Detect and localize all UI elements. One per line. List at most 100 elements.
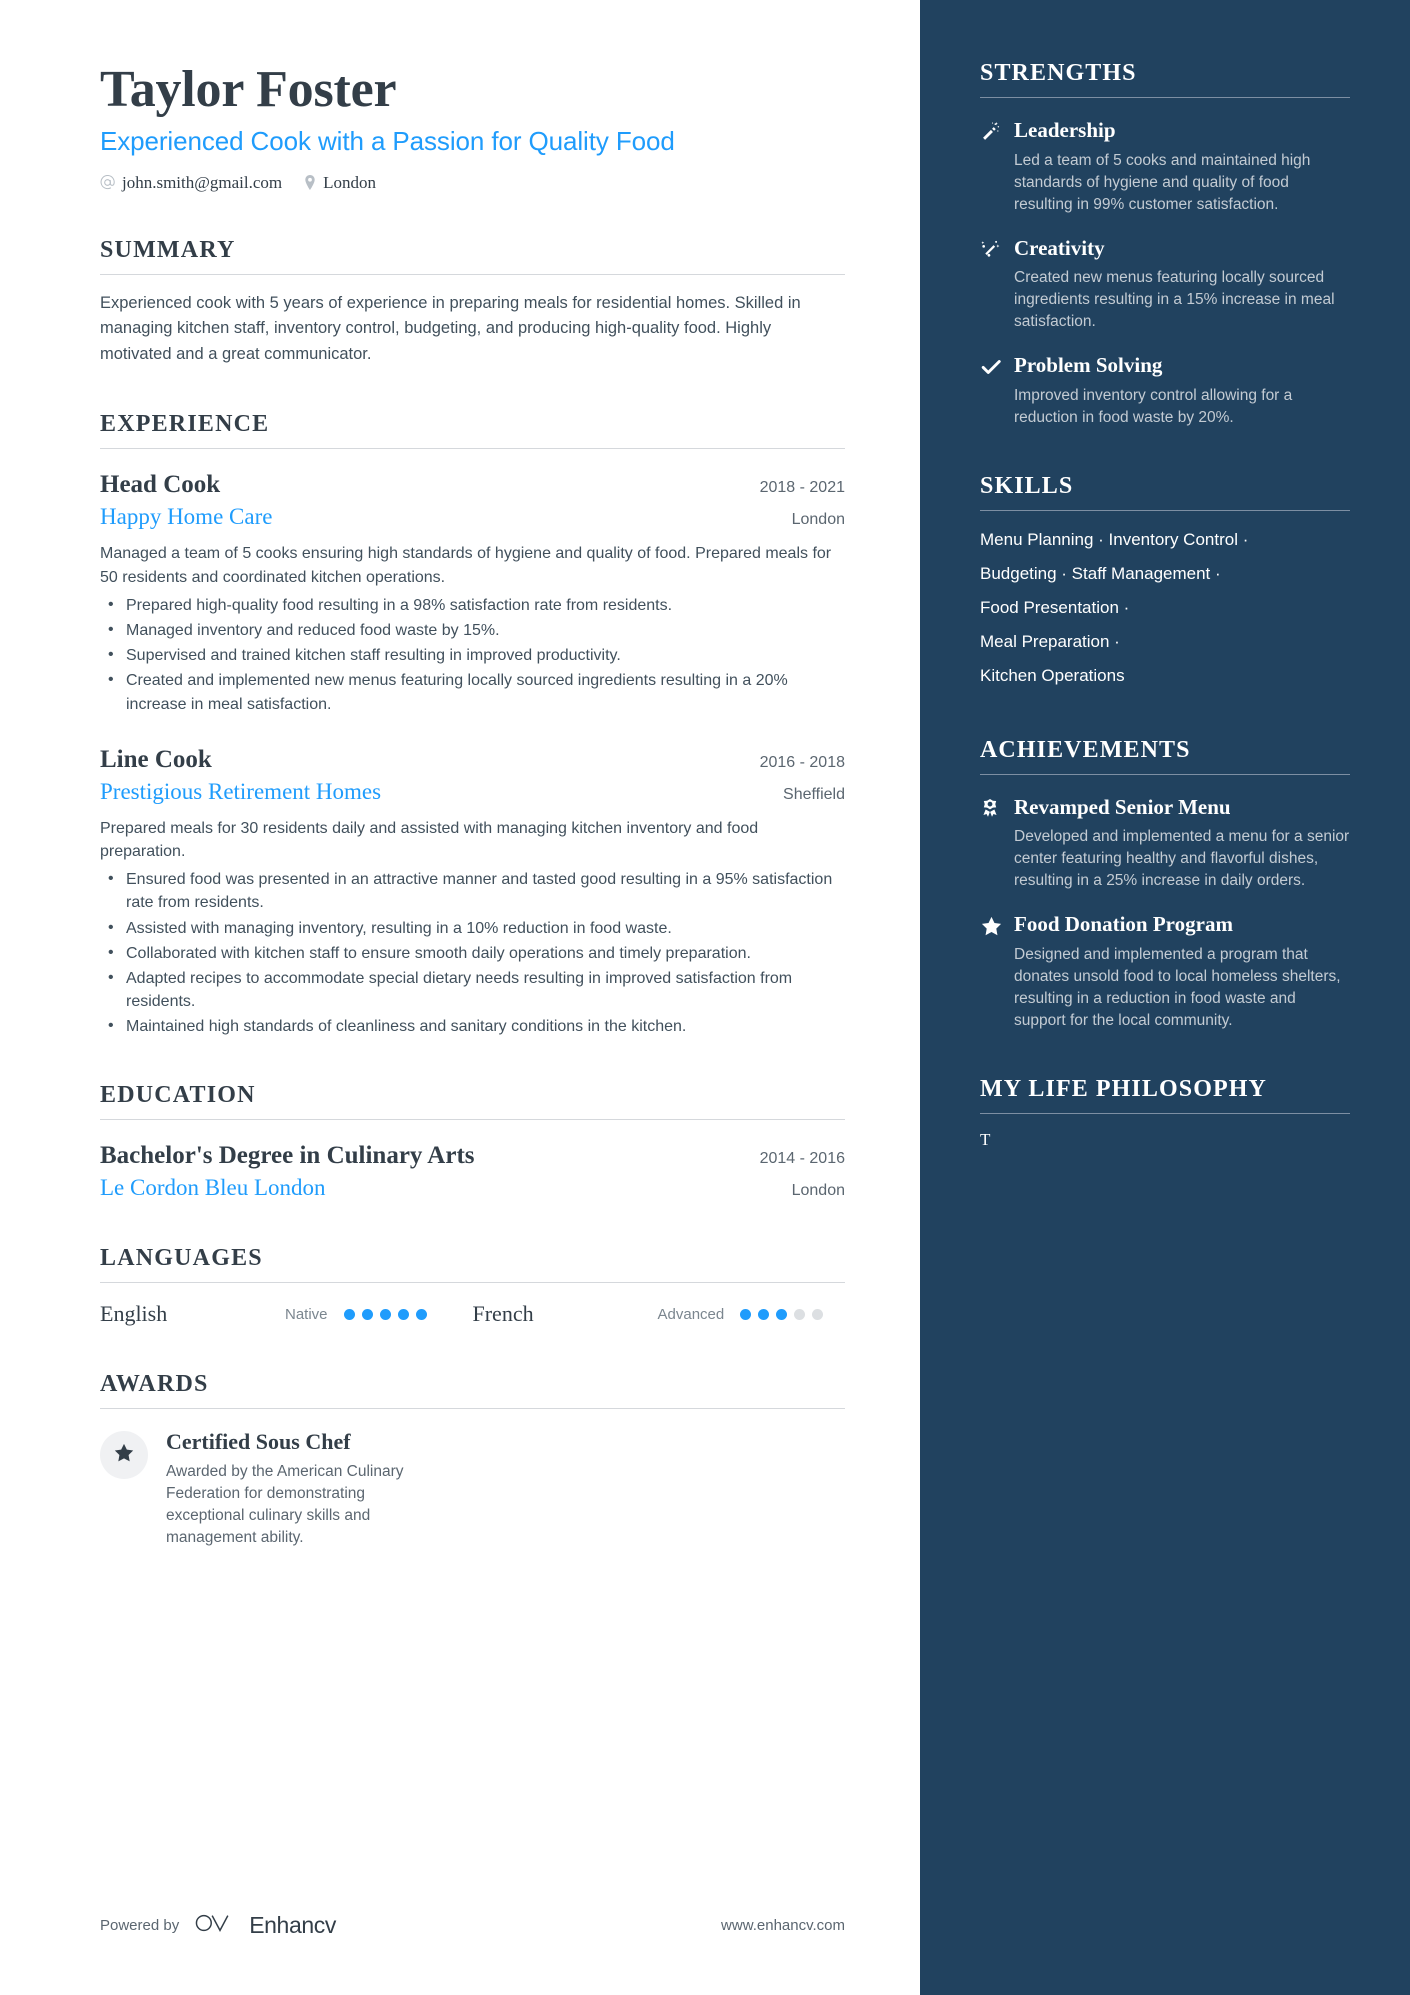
list-item: Assisted with managing inventory, result… <box>100 916 845 940</box>
company-name[interactable]: Happy Home Care <box>100 504 272 530</box>
strength-description: Created new menus featuring locally sour… <box>1014 269 1335 331</box>
divider <box>100 1408 845 1410</box>
languages-section: LANGUAGES English Native French Advanced <box>100 1245 845 1327</box>
divider <box>100 448 845 450</box>
strength-description: Led a team of 5 cooks and maintained hig… <box>1014 151 1311 213</box>
language-rating <box>740 1308 824 1320</box>
strength-item: Leadership Led a team of 5 cooks and mai… <box>980 118 1350 216</box>
strength-item: Creativity Created new menus featuring l… <box>980 236 1350 334</box>
school-name[interactable]: Le Cordon Bleu London <box>100 1175 326 1201</box>
location-text: London <box>323 172 377 192</box>
degree-title: Bachelor's Degree in Culinary Arts <box>100 1142 475 1170</box>
achievement-title: Revamped Senior Menu <box>1014 794 1231 819</box>
language-name: English <box>100 1301 168 1327</box>
enhancv-logo-icon <box>193 1911 235 1939</box>
job-description: Prepared meals for 30 residents daily an… <box>100 819 759 860</box>
job-location: London <box>791 511 845 529</box>
resume-page: Taylor Foster Experienced Cook with a Pa… <box>0 0 1410 1995</box>
language-row: English Native French Advanced <box>100 1301 845 1327</box>
divider <box>980 97 1350 98</box>
star-icon <box>113 1442 135 1469</box>
divider <box>100 1282 845 1284</box>
star-icon <box>980 912 1014 1032</box>
main-column: Taylor Foster Experienced Cook with a Pa… <box>0 0 920 1995</box>
skills-list: Menu Planning · Inventory Control · Budg… <box>980 523 1350 693</box>
award-badge <box>100 1431 148 1480</box>
list-item: Collaborated with kitchen staff to ensur… <box>100 941 845 965</box>
page-title: Taylor Foster <box>100 61 397 118</box>
sidebar: STRENGTHS Leadership Led a team of 5 coo… <box>920 0 1410 1995</box>
job-dates: 2016 - 2018 <box>759 753 845 771</box>
language-level: Native <box>285 1305 328 1323</box>
job-description: Managed a team of 5 cooks ensuring high … <box>100 545 832 586</box>
divider <box>980 1113 1350 1115</box>
skills-line: Budgeting · Staff Management · <box>980 563 1221 583</box>
job-title: Line Cook <box>100 745 212 773</box>
at-icon <box>100 175 115 190</box>
company-name[interactable]: Prestigious Retirement Homes <box>100 779 381 805</box>
philosophy-text: T <box>980 1130 991 1150</box>
email-contact[interactable]: john.smith@gmail.com <box>100 173 282 193</box>
footer: Powered by Enhancv www.enhancv.com <box>100 1911 845 1939</box>
experience-entry: Line Cook 2016 - 2018 Prestigious Retire… <box>100 746 845 1039</box>
strength-title: Leadership <box>1014 118 1116 142</box>
check-icon <box>980 353 1014 429</box>
map-pin-icon <box>304 175 316 191</box>
contact-row: john.smith@gmail.com London <box>100 173 845 193</box>
achievement-item: Food Donation Program Designed and imple… <box>980 912 1350 1032</box>
achievement-description: Developed and implemented a menu for a s… <box>1014 828 1350 890</box>
website-url[interactable]: www.enhancv.com <box>721 1917 845 1934</box>
brand-name: Enhancv <box>249 1911 336 1938</box>
list-item: Supervised and trained kitchen staff res… <box>100 643 845 667</box>
job-location: Sheffield <box>783 785 845 803</box>
job-bullets: Prepared high-quality food resulting in … <box>100 593 845 716</box>
award-ribbon-icon <box>980 795 1014 893</box>
list-item: Adapted recipes to accommodate special d… <box>100 966 845 1013</box>
achievement-title: Food Donation Program <box>1014 912 1233 937</box>
language-item: English Native <box>100 1301 473 1327</box>
job-dates: 2018 - 2021 <box>759 479 845 497</box>
philosophy-heading: MY LIFE PHILOSOPHY <box>980 1076 1267 1103</box>
skills-section: SKILLS Menu Planning · Inventory Control… <box>980 473 1350 693</box>
award-description: Awarded by the American Culinary Federat… <box>166 1463 404 1547</box>
sparkle-icon <box>980 236 1014 334</box>
achievements-heading: ACHIEVEMENTS <box>980 736 1191 763</box>
languages-heading: LANGUAGES <box>100 1245 263 1272</box>
email-text: john.smith@gmail.com <box>122 172 283 192</box>
skills-line: Kitchen Operations <box>980 665 1125 685</box>
language-rating <box>343 1308 427 1320</box>
magic-wand-icon <box>980 118 1014 216</box>
list-item: Prepared high-quality food resulting in … <box>100 593 845 617</box>
skills-line: Menu Planning · Inventory Control · <box>980 529 1249 549</box>
job-bullets: Ensured food was presented in an attract… <box>100 867 845 1038</box>
experience-section: EXPERIENCE Head Cook 2018 - 2021 Happy H… <box>100 411 845 1038</box>
achievement-item: Revamped Senior Menu Developed and imple… <box>980 795 1350 893</box>
award-title: Certified Sous Chef <box>166 1429 351 1455</box>
education-entry: Bachelor's Degree in Culinary Arts 2014 … <box>100 1142 845 1201</box>
experience-heading: EXPERIENCE <box>100 411 270 438</box>
list-item: Maintained high standards of cleanliness… <box>100 1014 845 1038</box>
education-section: EDUCATION Bachelor's Degree in Culinary … <box>100 1082 845 1201</box>
list-item: Ensured food was presented in an attract… <box>100 867 845 914</box>
powered-by-label: Powered by <box>100 1916 180 1934</box>
location-contact: London <box>304 173 376 193</box>
achievements-section: ACHIEVEMENTS Revamped Senior Menu Develo… <box>980 737 1350 1032</box>
skills-line: Food Presentation · <box>980 597 1130 617</box>
divider <box>980 509 1350 511</box>
award-item: Certified Sous Chef Awarded by the Ameri… <box>100 1429 845 1549</box>
list-item: Managed inventory and reduced food waste… <box>100 618 845 642</box>
strength-description: Improved inventory control allowing for … <box>1014 386 1293 426</box>
list-item: Created and implemented new menus featur… <box>100 668 845 715</box>
philosophy-section: MY LIFE PHILOSOPHY T <box>980 1076 1350 1150</box>
summary-section: SUMMARY Experienced cook with 5 years of… <box>100 237 845 368</box>
skills-heading: SKILLS <box>980 472 1074 499</box>
divider <box>980 773 1350 775</box>
summary-text: Experienced cook with 5 years of experie… <box>100 293 801 363</box>
education-dates: 2014 - 2016 <box>759 1150 845 1168</box>
headline: Experienced Cook with a Passion for Qual… <box>100 125 675 156</box>
awards-section: AWARDS Certified Sous Chef Awarded by th… <box>100 1371 845 1549</box>
strengths-heading: STRENGTHS <box>980 60 1137 86</box>
language-level: Advanced <box>657 1305 725 1323</box>
achievement-description: Designed and implemented a program that … <box>1014 946 1341 1030</box>
education-heading: EDUCATION <box>100 1082 256 1109</box>
